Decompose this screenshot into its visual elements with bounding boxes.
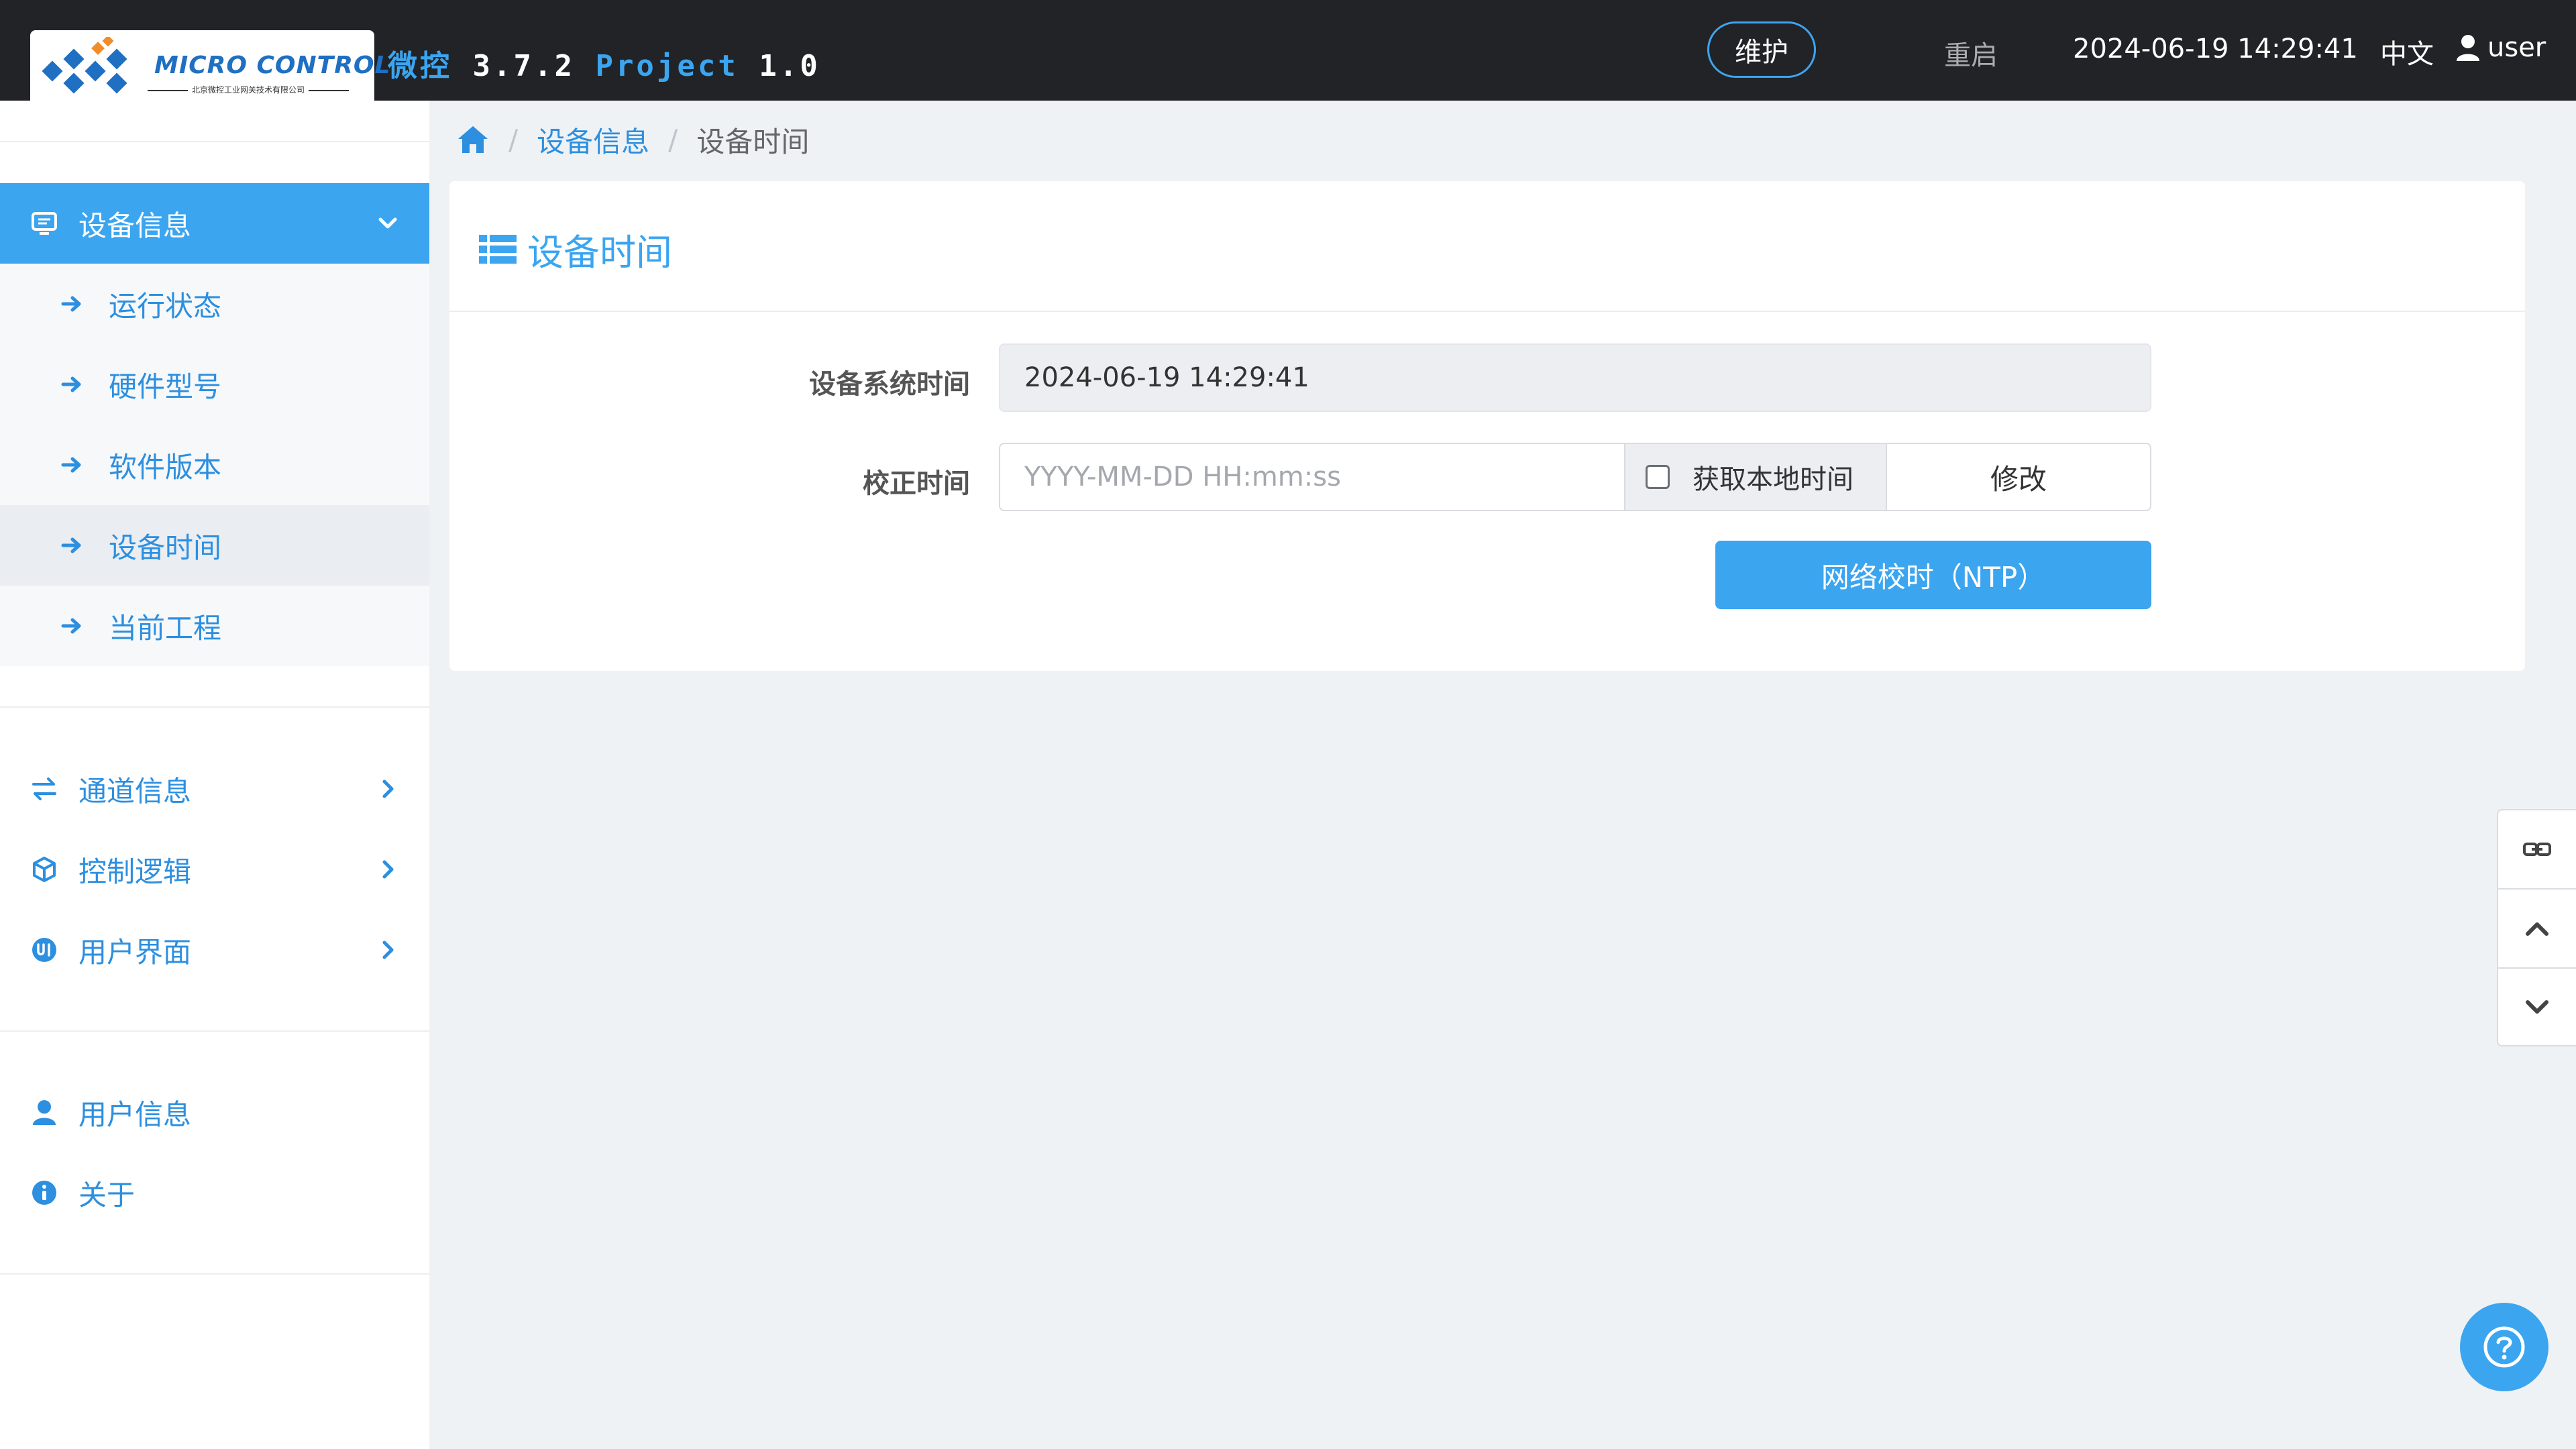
chevron-down-icon: [378, 217, 397, 229]
sidebar-item-label: 用户界面: [78, 935, 192, 969]
card-title: 设备时间: [479, 223, 672, 276]
sidebar-subitem-run-status[interactable]: 运行状态: [0, 264, 429, 344]
user-icon: [2457, 35, 2479, 61]
system-time-label: 设备系统时间: [809, 369, 970, 400]
sidebar-item-label: 控制逻辑: [78, 855, 192, 888]
scroll-bottom-button[interactable]: [2498, 969, 2576, 1046]
sidebar-item-control-logic[interactable]: 控制逻辑: [0, 829, 429, 910]
sidebar-item-label: 用户信息: [78, 1097, 192, 1131]
chevron-right-icon: [382, 941, 394, 959]
sidebar-item-label: 设备信息: [78, 209, 192, 242]
logo: MICRO CONTROL 北京微控工业网关技术有限公司: [30, 30, 390, 101]
user-icon: [30, 1097, 59, 1127]
ui-icon: [30, 935, 59, 965]
brand-company: 北京微控工业网关技术有限公司: [138, 84, 359, 95]
sidebar-subitem-device-time[interactable]: 设备时间: [0, 505, 429, 586]
version-number: 3.7.2: [472, 49, 575, 83]
scroll-top-button[interactable]: [2498, 890, 2576, 967]
modify-button[interactable]: 修改: [1886, 443, 2151, 511]
chevron-right-icon: [382, 780, 394, 798]
sidebar-subitem-label: 软件版本: [109, 450, 222, 484]
sidebar: 设备信息 运行状态 硬件型号 软件版本 设备时间 当前工程 通道信息 控制逻辑 …: [0, 101, 429, 1449]
home-icon[interactable]: [456, 124, 490, 155]
correct-time-label: 校正时间: [863, 468, 970, 499]
breadcrumb-separator: /: [668, 123, 678, 156]
top-bar: MICRO CONTROL 北京微控工业网关技术有限公司 微控 3.7.2 Pr…: [0, 0, 2576, 101]
sidebar-divider: [0, 1273, 429, 1275]
header-clock: 2024-06-19 14:29:41: [2073, 34, 2358, 64]
ntp-sync-button[interactable]: 网络校时（NTP）: [1715, 541, 2151, 609]
project-version: 1.0: [759, 49, 820, 83]
cube-icon: [30, 855, 59, 884]
breadcrumb: / 设备信息 / 设备时间: [456, 119, 809, 160]
project-label: Project: [595, 49, 739, 83]
product-version: 微控 3.7.2 Project 1.0: [388, 42, 820, 85]
chevron-up-icon: [2526, 922, 2548, 936]
sidebar-item-label: 通道信息: [78, 774, 192, 808]
sidebar-subitem-label: 运行状态: [109, 289, 222, 323]
sidebar-subitem-current-project[interactable]: 当前工程: [0, 586, 429, 666]
arrow-right-icon: [61, 537, 81, 553]
breadcrumb-current: 设备时间: [696, 125, 810, 158]
product-name: 微控: [388, 49, 452, 83]
breadcrumb-separator: /: [508, 123, 519, 156]
sidebar-divider: [0, 706, 429, 708]
arrow-right-icon: [61, 618, 81, 634]
sidebar-subitem-label: 当前工程: [109, 611, 222, 645]
get-local-time-toggle[interactable]: 获取本地时间: [1624, 443, 1887, 511]
link-icon: [2523, 843, 2551, 856]
arrow-right-icon: [61, 296, 81, 312]
sidebar-divider: [0, 1030, 429, 1032]
sidebar-item-channel-info[interactable]: 通道信息: [0, 749, 429, 829]
card-title-text: 设备时间: [527, 231, 672, 274]
list-icon: [479, 234, 517, 264]
sidebar-subitem-hardware-model[interactable]: 硬件型号: [0, 344, 429, 425]
username: user: [2487, 32, 2546, 63]
brand-name: MICRO CONTROL: [154, 52, 391, 79]
chevron-down-icon: [2526, 1000, 2548, 1014]
card-header: 设备时间: [449, 181, 2525, 312]
logo-icon: [42, 37, 127, 94]
exchange-icon: [30, 774, 59, 804]
get-local-time-checkbox[interactable]: [1646, 465, 1670, 489]
sidebar-subitem-label: 硬件型号: [109, 370, 222, 403]
system-time-field: 2024-06-19 14:29:41: [999, 343, 2151, 412]
sidebar-item-user-info[interactable]: 用户信息: [0, 1072, 429, 1152]
sidebar-item-label: 关于: [78, 1178, 136, 1212]
float-toolbar: [2497, 809, 2576, 1046]
chevron-right-icon: [382, 860, 394, 879]
sidebar-subitem-software-version[interactable]: 软件版本: [0, 425, 429, 505]
sidebar-divider: [0, 141, 429, 142]
sidebar-item-device-info[interactable]: 设备信息: [0, 183, 429, 264]
sidebar-item-about[interactable]: 关于: [0, 1152, 429, 1233]
breadcrumb-parent[interactable]: 设备信息: [537, 119, 649, 160]
arrow-right-icon: [61, 457, 81, 473]
restart-button[interactable]: 重启: [1944, 34, 1998, 72]
maintenance-button[interactable]: 维护: [1707, 21, 1816, 78]
language-switch[interactable]: 中文: [2380, 32, 2434, 71]
device-time-card: 设备时间 设备系统时间 2024-06-19 14:29:41 校正时间 获取本…: [449, 181, 2525, 671]
correct-time-input[interactable]: [999, 443, 1625, 511]
get-local-time-label: 获取本地时间: [1693, 464, 1854, 495]
arrow-right-icon: [61, 376, 81, 392]
user-menu[interactable]: user: [2455, 32, 2546, 63]
help-icon: [2483, 1326, 2525, 1368]
monitor-icon: [30, 209, 59, 238]
sidebar-item-user-interface[interactable]: 用户界面: [0, 910, 429, 990]
help-button[interactable]: [2460, 1303, 2548, 1391]
sidebar-subitem-label: 设备时间: [109, 531, 222, 564]
info-icon: [30, 1178, 59, 1208]
link-button[interactable]: [2498, 810, 2576, 888]
